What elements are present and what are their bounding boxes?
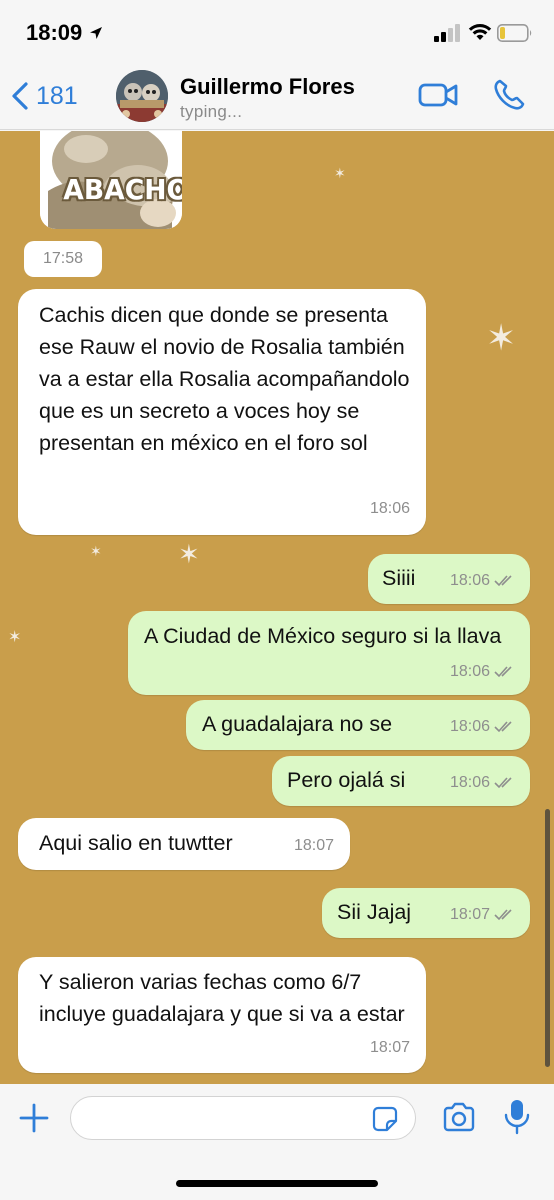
message-bubble-incoming[interactable]: Aqui salio en tuwtter 18:07 bbox=[18, 818, 350, 870]
message-time: 18:07 bbox=[449, 906, 490, 923]
star-decoration: ✶ bbox=[334, 165, 346, 181]
back-button[interactable]: 181 bbox=[10, 78, 78, 114]
message-meta: 18:07 bbox=[370, 1032, 410, 1064]
message-text: Siiii bbox=[382, 566, 416, 590]
status-time-group: 18:09 bbox=[26, 20, 104, 46]
star-decoration: ✶ bbox=[178, 539, 200, 569]
microphone-icon[interactable] bbox=[504, 1098, 530, 1136]
camera-icon[interactable] bbox=[442, 1102, 476, 1132]
message-text: A Ciudad de México seguro si la llava bbox=[144, 624, 502, 648]
message-meta: 18:06 bbox=[450, 565, 516, 597]
message-bubble-outgoing[interactable]: Pero ojalá si 18:06 bbox=[272, 756, 530, 806]
message-bubble-incoming[interactable]: Y salieron varias fechas como 6/7 incluy… bbox=[18, 957, 426, 1073]
message-time: 18:06 bbox=[449, 774, 490, 791]
message-text: Pero ojalá si bbox=[287, 768, 406, 792]
double-check-icon bbox=[494, 909, 512, 921]
sticker-caption: ABACHO bbox=[63, 173, 182, 206]
scrollbar[interactable] bbox=[545, 809, 550, 1067]
chat-header: 181 Guillermo Flores typing... bbox=[0, 64, 554, 130]
chevron-left-icon bbox=[12, 82, 28, 110]
star-decoration: ✶ bbox=[486, 317, 517, 358]
message-text: Cachis dicen que donde se presenta ese R… bbox=[39, 303, 410, 455]
location-arrow-icon bbox=[90, 27, 103, 39]
battery-icon bbox=[497, 24, 532, 42]
star-decoration: ✶ bbox=[8, 629, 22, 646]
message-text: Aqui salio en tuwtter bbox=[39, 831, 233, 855]
message-meta: 18:06 bbox=[450, 767, 516, 799]
message-time: 18:06 bbox=[449, 718, 490, 735]
chat-area[interactable]: ✶ ✶ ✶ ✶ ✶ ABACHO 17:58 Cachis dicen que … bbox=[0, 131, 554, 1084]
message-text: Sii Jajaj bbox=[337, 900, 412, 924]
double-check-icon bbox=[494, 575, 512, 587]
double-check-icon bbox=[494, 777, 512, 789]
message-bubble-outgoing[interactable]: Sii Jajaj 18:07 bbox=[322, 888, 530, 938]
input-bar bbox=[0, 1084, 554, 1200]
message-time: 18:06 bbox=[449, 572, 490, 589]
cellular-signal-icon bbox=[434, 24, 460, 42]
avatar[interactable] bbox=[116, 70, 168, 122]
message-bubble-outgoing[interactable]: Siiii 18:06 bbox=[368, 554, 530, 604]
message-meta: 18:07 bbox=[294, 830, 334, 862]
message-meta: 18:07 bbox=[450, 899, 516, 931]
wifi-icon bbox=[468, 24, 492, 40]
status-time: 18:09 bbox=[26, 20, 83, 45]
double-check-icon bbox=[494, 721, 512, 733]
status-bar: 18:09 bbox=[0, 0, 554, 64]
double-check-icon bbox=[494, 666, 512, 678]
plus-icon[interactable] bbox=[18, 1102, 50, 1134]
sticker-message[interactable]: ABACHO bbox=[40, 131, 182, 229]
message-bubble-incoming[interactable]: Cachis dicen que donde se presenta ese R… bbox=[18, 289, 426, 535]
message-meta: 18:06 bbox=[450, 656, 516, 688]
message-meta: 18:06 bbox=[450, 711, 516, 743]
message-time: 18:06 bbox=[369, 500, 410, 517]
message-time: 18:07 bbox=[369, 1039, 410, 1056]
avatar-image bbox=[116, 70, 168, 122]
message-bubble-outgoing[interactable]: A Ciudad de México seguro si la llava 18… bbox=[128, 611, 530, 695]
message-text: Y salieron varias fechas como 6/7 incluy… bbox=[39, 970, 405, 1026]
message-bubble-outgoing[interactable]: A guadalajara no se 18:06 bbox=[186, 700, 530, 750]
message-input[interactable] bbox=[70, 1096, 416, 1140]
contact-status: typing... bbox=[180, 102, 243, 121]
message-time: 18:06 bbox=[449, 663, 490, 680]
unread-count: 181 bbox=[36, 81, 78, 110]
contact-name[interactable]: Guillermo Flores bbox=[180, 74, 355, 100]
sticker-icon[interactable] bbox=[372, 1106, 398, 1132]
message-time: 18:07 bbox=[293, 837, 334, 854]
message-meta: 18:06 bbox=[370, 493, 410, 525]
video-call-icon[interactable] bbox=[418, 80, 460, 110]
message-text: A guadalajara no se bbox=[202, 712, 393, 736]
sticker-timestamp: 17:58 bbox=[24, 241, 102, 277]
home-indicator bbox=[176, 1180, 378, 1187]
phone-icon[interactable] bbox=[492, 78, 526, 112]
star-decoration: ✶ bbox=[90, 543, 102, 559]
